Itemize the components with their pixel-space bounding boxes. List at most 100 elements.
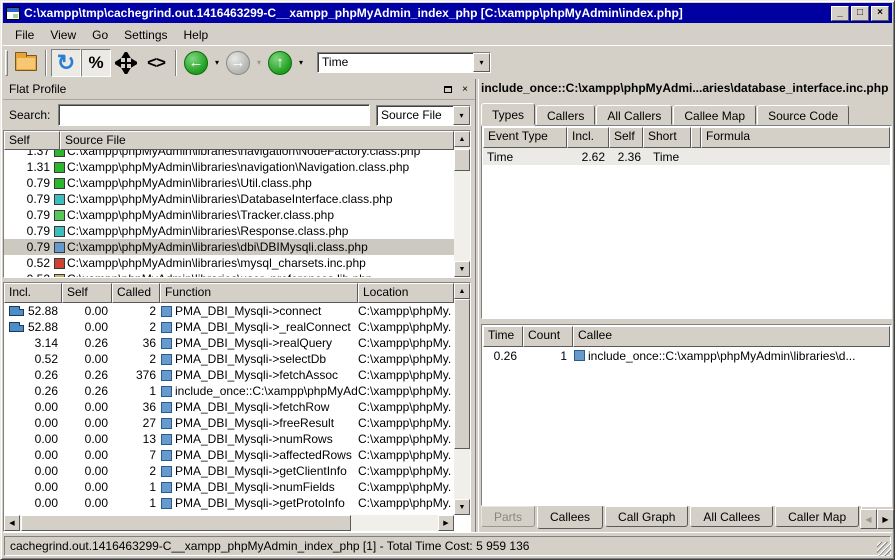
tab-callers[interactable]: Callers — [536, 105, 595, 125]
column-header-count[interactable]: Count — [523, 326, 573, 347]
column-header-self[interactable]: Self — [4, 131, 60, 150]
search-input[interactable] — [58, 104, 370, 126]
column-header-time[interactable]: Time — [483, 326, 523, 347]
tab-caller-map[interactable]: Caller Map — [775, 506, 859, 527]
tab-source-code[interactable]: Source Code — [757, 105, 849, 125]
tab-call-graph[interactable]: Call Graph — [605, 506, 688, 527]
function-table-hscrollbar[interactable]: ◀ ▶ — [4, 515, 454, 531]
scroll-left-icon[interactable]: ◀ — [4, 515, 20, 531]
up-button[interactable]: ↑ — [265, 49, 295, 77]
menu-item-settings[interactable]: Settings — [116, 26, 175, 44]
resize-grip[interactable] — [877, 542, 891, 556]
open-file-button[interactable] — [11, 49, 41, 77]
event-type-select[interactable]: Time ▾ — [317, 52, 491, 73]
column-header-source-file[interactable]: Source File — [60, 131, 454, 150]
column-header-called[interactable]: Called — [112, 283, 160, 303]
dock-close-button[interactable]: × — [458, 83, 472, 96]
table-row[interactable]: Time2.622.36Time — [483, 148, 890, 165]
table-row[interactable]: 0.000.0036PMA_DBI_Mysqli->fetchRowC:\xam… — [4, 399, 454, 415]
forward-dropdown-arrow-icon[interactable]: ▾ — [253, 58, 265, 67]
relative-to-parent-button[interactable]: <> — [141, 49, 171, 77]
flat-profile-header[interactable]: Flat Profile × — [3, 79, 475, 100]
column-header-incl[interactable]: Incl. — [4, 283, 62, 303]
column-header-event-type[interactable]: Event Type — [483, 127, 567, 148]
column-header-formula[interactable]: Formula — [701, 127, 890, 148]
source-file-icon — [54, 178, 65, 189]
scroll-right-icon[interactable]: ▶ — [438, 515, 454, 531]
group-by-select[interactable]: Source File ▾ — [376, 105, 471, 126]
table-row[interactable]: 0.79C:\xampp\phpMyAdmin\libraries\Databa… — [4, 191, 454, 207]
group-by-dropdown-icon[interactable]: ▾ — [453, 106, 470, 125]
tab-all-callees[interactable]: All Callees — [690, 506, 773, 527]
table-row[interactable]: 0.000.001PMA_DBI_Mysqli->getProtoInfoC:\… — [4, 495, 454, 511]
table-row[interactable]: 52.880.002PMA_DBI_Mysqli->connectC:\xamp… — [4, 303, 454, 319]
table-row[interactable]: 3.140.2636PMA_DBI_Mysqli->realQueryC:\xa… — [4, 335, 454, 351]
toolbar-handle[interactable] — [5, 50, 8, 76]
scroll-down-icon[interactable]: ▼ — [454, 261, 470, 277]
cycle-detection-button[interactable]: ↻ — [51, 49, 81, 77]
tab-parts[interactable]: Parts — [481, 506, 535, 527]
source-list-vscrollbar[interactable]: ▲ ▼ — [454, 131, 470, 277]
cell-function: PMA_DBI_Mysqli->_realConnect — [160, 320, 358, 334]
dock-float-button[interactable] — [441, 83, 455, 96]
close-button[interactable]: × — [871, 6, 889, 21]
table-row[interactable]: 0.79C:\xampp\phpMyAdmin\libraries\Respon… — [4, 223, 454, 239]
function-table-vscrollbar[interactable]: ▲ ▼ — [454, 283, 470, 515]
table-row[interactable]: 0.000.007PMA_DBI_Mysqli->affectedRowsC:\… — [4, 447, 454, 463]
column-header-short[interactable]: Short — [643, 127, 691, 148]
tab-scroll-right-icon[interactable]: ▶ — [877, 509, 894, 529]
table-row[interactable]: 0.000.001PMA_DBI_Mysqli->numFieldsC:\xam… — [4, 479, 454, 495]
table-row[interactable]: 0.520.002PMA_DBI_Mysqli->selectDbC:\xamp… — [4, 351, 454, 367]
percent-relative-button[interactable]: % — [81, 49, 111, 77]
title-bar[interactable]: C:\xampp\tmp\cachegrind.out.1416463299-C… — [3, 3, 892, 23]
scrollbar-thumb[interactable] — [21, 515, 351, 531]
table-row[interactable]: 0.000.0027PMA_DBI_Mysqli->freeResultC:\x… — [4, 415, 454, 431]
float-icon — [444, 86, 452, 93]
tab-callees[interactable]: Callees — [537, 506, 603, 529]
event-type-dropdown-icon[interactable]: ▾ — [473, 53, 490, 72]
cell-called: 1 — [112, 480, 160, 494]
table-row[interactable]: 52.880.002PMA_DBI_Mysqli->_realConnectC:… — [4, 319, 454, 335]
column-header-function[interactable]: Function — [160, 283, 358, 303]
table-row[interactable]: 0.000.0013PMA_DBI_Mysqli->numRowsC:\xamp… — [4, 431, 454, 447]
cell-incl: 0.00 — [4, 464, 62, 478]
bottom-tabs: PartsCalleesCall GraphAll CalleesCaller … — [481, 506, 892, 530]
table-row[interactable]: 0.000.002PMA_DBI_Mysqli->getClientInfoC:… — [4, 463, 454, 479]
column-header-incl[interactable]: Incl. — [567, 127, 609, 148]
table-row[interactable]: 1.31C:\xampp\phpMyAdmin\libraries\naviga… — [4, 159, 454, 175]
scroll-down-icon[interactable]: ▼ — [454, 499, 470, 515]
table-row[interactable]: 0.52C:\xampp\phpMyAdmin\libraries\mysql_… — [4, 255, 454, 271]
column-header-self[interactable]: Self — [609, 127, 643, 148]
move-button[interactable] — [111, 49, 141, 77]
table-row[interactable]: 0.261include_once::C:\xampp\phpMyAdmin\l… — [483, 347, 890, 364]
scroll-up-icon[interactable]: ▲ — [454, 283, 470, 299]
scrollbar-thumb[interactable] — [454, 299, 470, 449]
tab-callee-map[interactable]: Callee Map — [673, 105, 756, 125]
function-icon — [161, 402, 172, 413]
tab-all-callers[interactable]: All Callers — [596, 105, 672, 125]
table-row[interactable]: 0.260.26376PMA_DBI_Mysqli->fetchAssocC:\… — [4, 367, 454, 383]
column-header-callee[interactable]: Callee — [573, 326, 890, 347]
menu-item-help[interactable]: Help — [176, 26, 217, 44]
menu-item-view[interactable]: View — [42, 26, 84, 44]
column-header-location[interactable]: Location — [358, 283, 454, 303]
menu-item-file[interactable]: File — [7, 26, 42, 44]
table-row[interactable]: 0.79C:\xampp\phpMyAdmin\libraries\dbi\DB… — [4, 239, 454, 255]
tab-types[interactable]: Types — [481, 103, 535, 125]
forward-button[interactable]: → — [223, 49, 253, 77]
menu-item-go[interactable]: Go — [84, 26, 116, 44]
table-row[interactable]: 1.37C:\xampp\phpMyAdmin\libraries\naviga… — [4, 150, 454, 159]
scrollbar-thumb[interactable] — [454, 149, 470, 171]
back-button[interactable]: ← — [181, 49, 211, 77]
up-dropdown-arrow-icon[interactable]: ▾ — [295, 58, 307, 67]
scroll-up-icon[interactable]: ▲ — [454, 131, 470, 147]
table-row[interactable]: 0.52C:\xampp\phpMyAdmin\libraries\user_p… — [4, 271, 454, 277]
back-dropdown-arrow-icon[interactable]: ▾ — [211, 58, 223, 67]
tab-scroll-left-icon[interactable]: ◀ — [860, 509, 877, 529]
table-row[interactable]: 0.79C:\xampp\phpMyAdmin\libraries\Util.c… — [4, 175, 454, 191]
minimize-button[interactable]: _ — [831, 6, 849, 21]
table-row[interactable]: 0.79C:\xampp\phpMyAdmin\libraries\Tracke… — [4, 207, 454, 223]
table-row[interactable]: 0.260.261include_once::C:\xampp\phpMyAd.… — [4, 383, 454, 399]
maximize-button[interactable]: □ — [851, 6, 869, 21]
column-header-self[interactable]: Self — [62, 283, 112, 303]
